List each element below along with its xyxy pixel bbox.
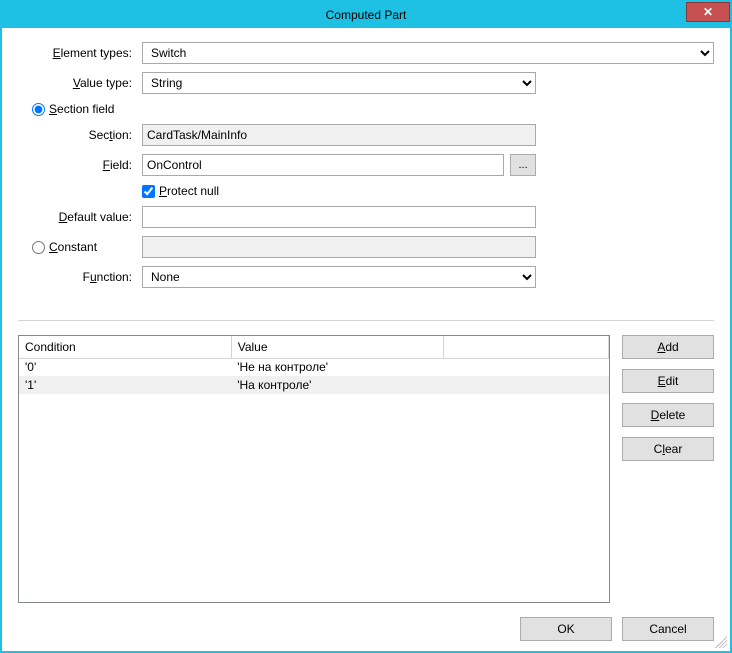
protect-null-checkbox[interactable] — [142, 185, 155, 198]
window-title: Computed Part — [2, 8, 730, 22]
label-constant: Constant — [49, 240, 97, 254]
constant-input — [142, 236, 536, 258]
dialog-window: Computed Part ✕ Element types: Switch — [0, 0, 732, 653]
table-body: '0' 'Не на контроле' '1' 'На контроле' — [19, 358, 609, 394]
side-buttons: Add Edit Delete Clear — [622, 335, 714, 603]
close-icon: ✕ — [703, 5, 713, 19]
ellipsis-icon: ... — [518, 159, 527, 171]
edit-button[interactable]: Edit — [622, 369, 714, 393]
col-spacer — [443, 336, 608, 358]
footer: OK Cancel — [18, 603, 714, 641]
field-input[interactable] — [142, 154, 504, 176]
ok-button[interactable]: OK — [520, 617, 612, 641]
label-default-value: Default value: — [59, 210, 132, 224]
section-input — [142, 124, 536, 146]
radio-section-field[interactable] — [32, 103, 45, 116]
label-section-field: Section field — [49, 102, 114, 116]
separator — [18, 320, 714, 321]
cell-value: 'Не на контроле' — [231, 358, 443, 376]
table-row[interactable]: '0' 'Не на контроле' — [19, 358, 609, 376]
label-element-types: Element types: — [53, 46, 132, 60]
titlebar: Computed Part ✕ — [2, 2, 730, 28]
add-button[interactable]: Add — [622, 335, 714, 359]
delete-button[interactable]: Delete — [622, 403, 714, 427]
function-select[interactable]: None — [142, 266, 536, 288]
cell-condition: '0' — [19, 358, 231, 376]
cell-condition: '1' — [19, 376, 231, 394]
label-protect-null: Protect null — [159, 184, 219, 198]
label-value-type: Value type: — [73, 76, 132, 90]
col-value[interactable]: Value — [231, 336, 443, 358]
col-condition[interactable]: Condition — [19, 336, 231, 358]
element-types-select[interactable]: Switch — [142, 42, 714, 64]
close-button[interactable]: ✕ — [686, 2, 730, 22]
conditions-table: Condition Value '0' 'Не на контроле' '1' — [19, 336, 609, 394]
cancel-button[interactable]: Cancel — [622, 617, 714, 641]
clear-button[interactable]: Clear — [622, 437, 714, 461]
field-browse-button[interactable]: ... — [510, 154, 536, 176]
table-row[interactable]: '1' 'На контроле' — [19, 376, 609, 394]
resize-grip-icon[interactable] — [715, 636, 727, 648]
default-value-input[interactable] — [142, 206, 536, 228]
lower-area: Condition Value '0' 'Не на контроле' '1' — [18, 335, 714, 603]
form-area: Element types: Switch Value type: String — [18, 42, 714, 296]
content-area: Element types: Switch Value type: String — [2, 28, 730, 651]
label-section: Section: — [89, 128, 132, 142]
value-type-select[interactable]: String — [142, 72, 536, 94]
label-field: Field: — [103, 158, 132, 172]
label-function: Function: — [83, 270, 132, 284]
radio-constant[interactable] — [32, 241, 45, 254]
cell-value: 'На контроле' — [231, 376, 443, 394]
conditions-table-wrap[interactable]: Condition Value '0' 'Не на контроле' '1' — [18, 335, 610, 603]
